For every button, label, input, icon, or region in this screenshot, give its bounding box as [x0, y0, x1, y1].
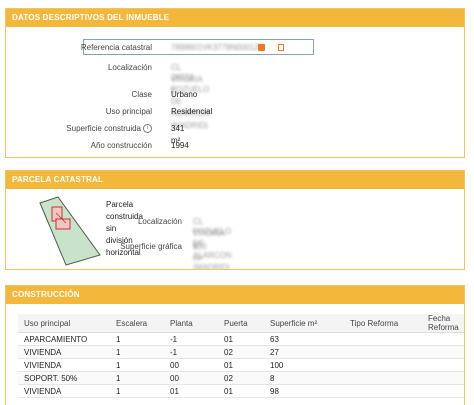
- localizacion-label: Localización: [107, 63, 152, 72]
- copy-icon[interactable]: [258, 44, 265, 51]
- cell-fecha-reforma: [422, 358, 464, 372]
- cell-puerta: 01: [218, 332, 264, 346]
- construccion-table: Uso principal Escalera Planta Puerta Sup…: [18, 314, 464, 398]
- cell-superficie: 27: [264, 345, 344, 359]
- col-planta: Planta: [164, 314, 218, 333]
- superficie-construida-label: Superficie construida: [66, 124, 141, 133]
- cell-planta: 00: [164, 371, 218, 385]
- table-row: SOPORT. 50% 1 00 02 8: [18, 371, 464, 385]
- ano-construccion-value: 1994: [171, 141, 189, 150]
- parcela-localizacion-label: Localización: [137, 217, 182, 226]
- parcel-map-image[interactable]: [36, 193, 106, 268]
- cell-tipo-reforma: [344, 345, 422, 359]
- cell-puerta: 01: [218, 358, 264, 372]
- cell-tipo-reforma: [344, 371, 422, 385]
- table-row: APARCAMIENTO 1 -1 01 63: [18, 332, 464, 346]
- col-tipo-reforma: Tipo Reforma: [344, 314, 422, 333]
- datos-descriptivos-header: DATOS DESCRIPTIVOS DEL INMUEBLE: [6, 9, 464, 27]
- cell-tipo-reforma: [344, 358, 422, 372]
- cell-escalera: 1: [110, 345, 164, 359]
- cell-escalera: 1: [110, 358, 164, 372]
- ano-construccion-label: Año construcción: [90, 141, 152, 150]
- cell-uso: APARCAMIENTO: [18, 332, 110, 346]
- col-superficie: Superficie m²: [264, 314, 344, 333]
- cell-planta: 01: [164, 384, 218, 398]
- cell-puerta: 02: [218, 371, 264, 385]
- table-row: VIVIENDA 1 -1 02 27: [18, 345, 464, 359]
- cell-escalera: 1: [110, 371, 164, 385]
- cell-fecha-reforma: [422, 371, 464, 385]
- superficie-grafica-value: 920 m²: [193, 242, 207, 263]
- cell-tipo-reforma: [344, 332, 422, 346]
- cell-fecha-reforma: [422, 345, 464, 359]
- cell-superficie: 63: [264, 332, 344, 346]
- cell-uso: VIVIENDA: [18, 345, 110, 359]
- cell-planta: -1: [164, 332, 218, 346]
- map-icon[interactable]: [278, 44, 284, 51]
- col-escalera: Escalera: [110, 314, 164, 333]
- superficie-grafica-label: Superficie gráfica: [120, 242, 182, 251]
- construccion-header: CONSTRUCCIÓN: [6, 286, 464, 304]
- uso-principal-label: Uso principal: [105, 107, 152, 116]
- referencia-catastral-value: 7898601VK3778N0001ZE: [171, 43, 265, 52]
- clase-value: Urbano: [171, 90, 198, 99]
- col-fecha-reforma: Fecha Reforma: [422, 314, 464, 333]
- cell-tipo-reforma: [344, 384, 422, 398]
- parcela-catastral-panel: PARCELA CATASTRAL Parcela construida sin…: [5, 170, 465, 270]
- col-uso-principal: Uso principal: [18, 314, 110, 333]
- cell-uso: VIVIENDA: [18, 384, 110, 398]
- cell-planta: -1: [164, 345, 218, 359]
- cell-puerta: 02: [218, 345, 264, 359]
- cell-planta: 00: [164, 358, 218, 372]
- cell-fecha-reforma: [422, 332, 464, 346]
- datos-descriptivos-panel: DATOS DESCRIPTIVOS DEL INMUEBLE Referenc…: [5, 8, 465, 158]
- referencia-catastral-label: Referencia catastral: [80, 43, 152, 52]
- cell-fecha-reforma: [422, 384, 464, 398]
- cell-superficie: 100: [264, 358, 344, 372]
- parcela-catastral-header: PARCELA CATASTRAL: [6, 171, 464, 189]
- info-icon[interactable]: i: [143, 124, 152, 134]
- col-puerta: Puerta: [218, 314, 264, 333]
- cell-superficie: 8: [264, 371, 344, 385]
- construccion-panel: CONSTRUCCIÓN Uso principal Escalera Plan…: [5, 285, 465, 405]
- cell-superficie: 98: [264, 384, 344, 398]
- cell-uso: VIVIENDA: [18, 358, 110, 372]
- uso-principal-value: Residencial: [171, 107, 213, 116]
- clase-label: Clase: [131, 90, 152, 99]
- table-row: VIVIENDA 1 00 01 100: [18, 358, 464, 372]
- cell-escalera: 1: [110, 332, 164, 346]
- cell-uso: SOPORT. 50%: [18, 371, 110, 385]
- cell-escalera: 1: [110, 384, 164, 398]
- cell-puerta: 01: [218, 384, 264, 398]
- table-row: VIVIENDA 1 01 01 98: [18, 384, 464, 398]
